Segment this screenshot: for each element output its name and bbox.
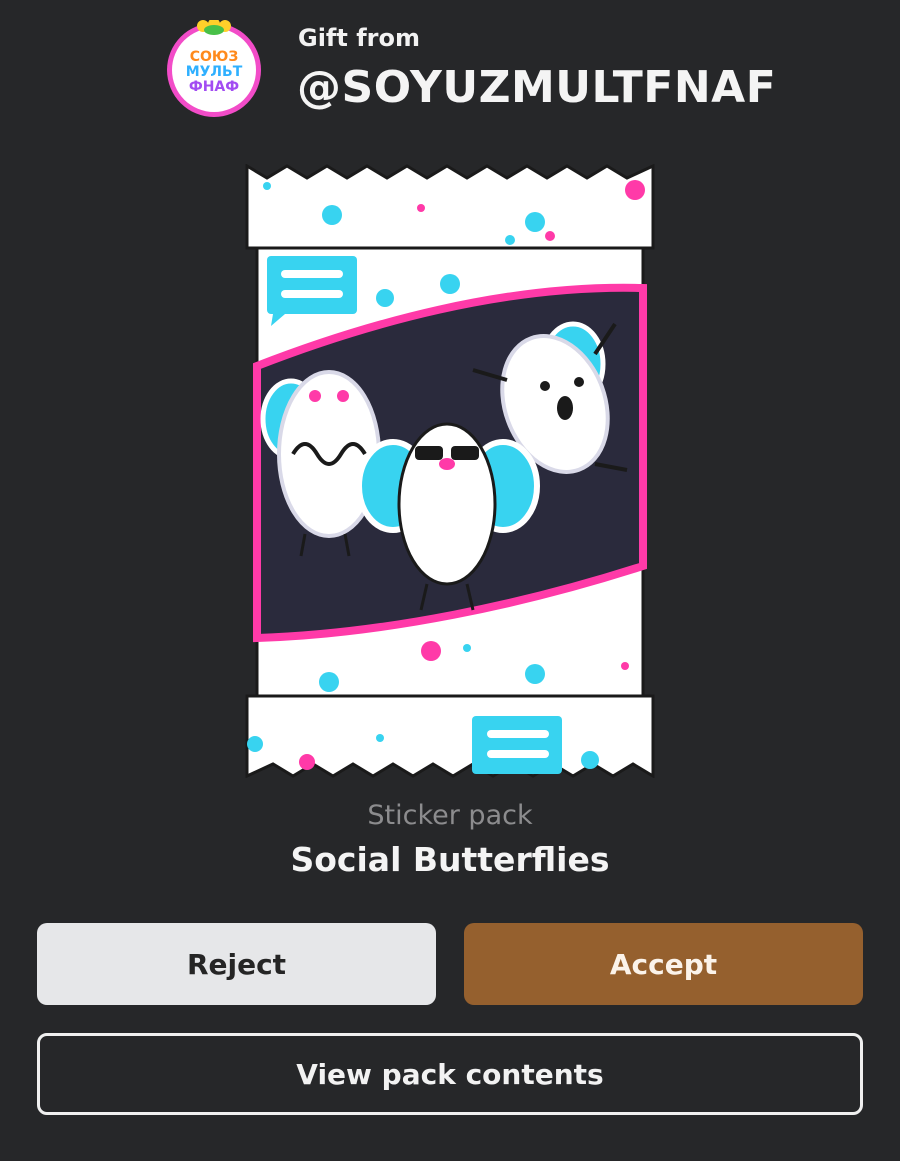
chat-bubble-icon	[472, 716, 562, 774]
avatar-line-3: ФНАФ	[189, 79, 239, 95]
avatar-line-1: СОЮЗ	[190, 49, 239, 65]
reject-button[interactable]: Reject	[37, 923, 436, 1005]
sticker-pack-illustration	[245, 164, 655, 778]
gift-from-label: Gift from	[298, 24, 420, 52]
sender-avatar[interactable]: СОЮЗ МУЛЬТ ФНАФ	[165, 20, 263, 118]
pack-name: Social Butterflies	[290, 840, 610, 879]
view-pack-contents-button[interactable]: View pack contents	[37, 1033, 863, 1115]
accept-button[interactable]: Accept	[464, 923, 863, 1005]
avatar-line-2: МУЛЬТ	[186, 64, 243, 80]
pack-type-label: Sticker pack	[367, 800, 533, 831]
sender-username[interactable]: @SOYUZMULTFNAF	[297, 62, 776, 113]
gift-header: СОЮЗ МУЛЬТ ФНАФ Gift from @SOYUZMULTFNAF	[0, 0, 900, 140]
